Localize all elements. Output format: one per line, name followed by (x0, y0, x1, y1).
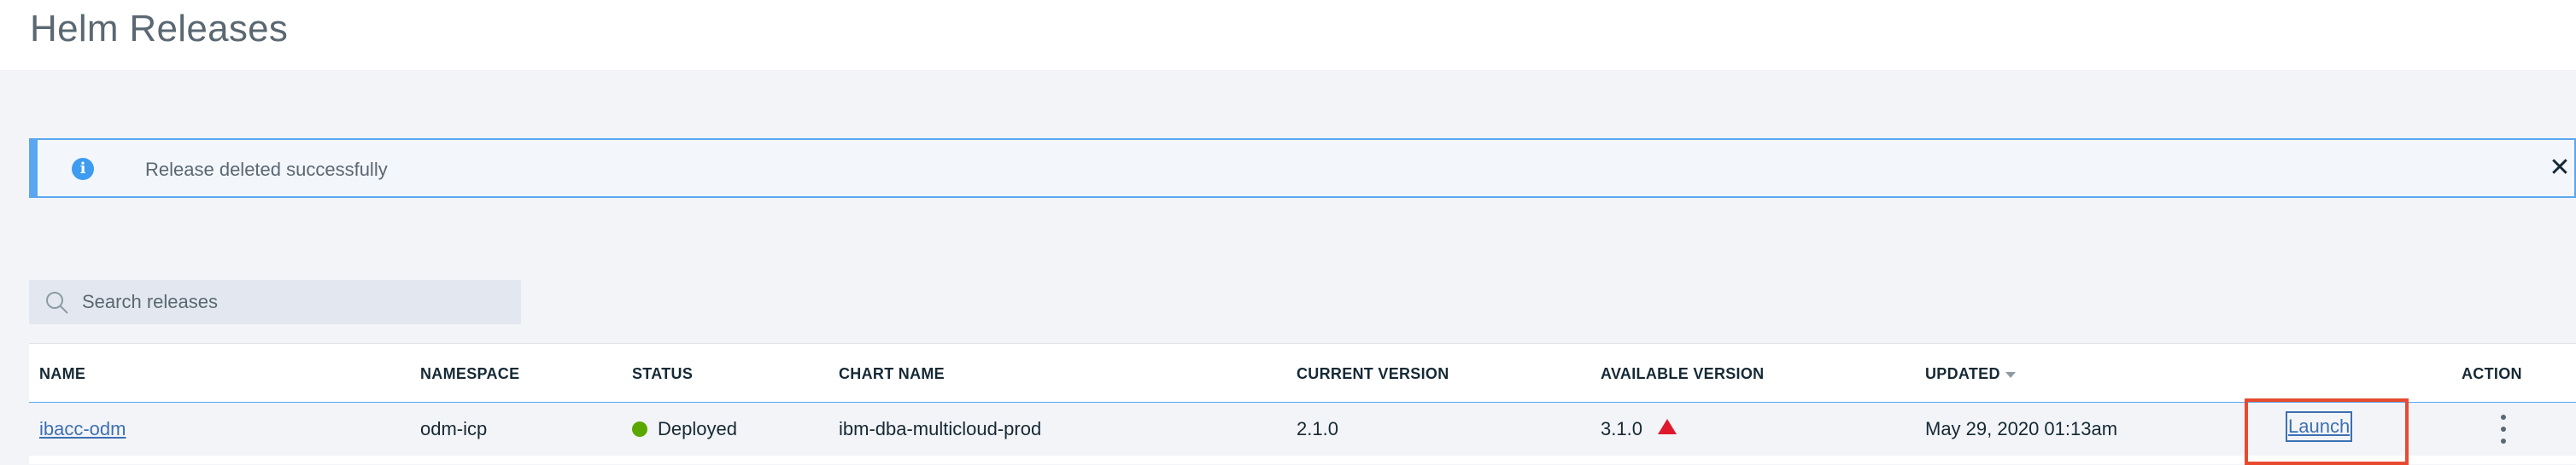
release-updated: May 29, 2020 01:13am (1925, 418, 2118, 439)
upgrade-available-icon[interactable] (1657, 419, 1677, 434)
release-current-version: 2.1.0 (1297, 418, 1338, 439)
status-ok-icon (632, 421, 647, 437)
release-namespace: odm-icp (420, 418, 488, 439)
page-header: Helm Releases (0, 0, 2576, 70)
release-name-link[interactable]: ibacc-odm (39, 416, 126, 442)
search-box[interactable] (29, 280, 521, 324)
column-header-chart-name[interactable]: CHART NAME (839, 363, 945, 385)
release-status-label: Deployed (658, 418, 737, 439)
column-header-updated-label: UPDATED (1925, 365, 2000, 382)
release-available-version: 3.1.0 (1601, 416, 1677, 442)
column-header-updated[interactable]: UPDATED (1925, 363, 2016, 385)
search-icon (46, 292, 68, 314)
notification-banner: i Release deleted successfully ✕ (29, 138, 2576, 198)
column-header-available-version[interactable]: AVAILABLE VERSION (1601, 363, 1764, 385)
release-status: Deployed (632, 416, 737, 442)
info-icon: i (72, 158, 94, 180)
release-chart-name: ibm-dba-multicloud-prod (839, 418, 1042, 439)
launch-link[interactable]: Launch (2285, 411, 2353, 442)
column-header-current-version[interactable]: CURRENT VERSION (1297, 363, 1449, 385)
column-header-name[interactable]: NAME (39, 363, 85, 385)
search-input[interactable] (82, 280, 509, 324)
table-header: NAME NAMESPACE STATUS CHART NAME CURRENT… (29, 343, 2576, 404)
sort-descending-icon (2005, 371, 2016, 378)
release-available-version-label: 3.1.0 (1601, 418, 1642, 439)
notification-message: Release deleted successfully (145, 159, 388, 180)
page-title: Helm Releases (30, 8, 289, 49)
releases-table: NAME NAMESPACE STATUS CHART NAME CURRENT… (29, 343, 2576, 465)
overflow-menu-icon[interactable] (2491, 410, 2516, 449)
column-header-namespace[interactable]: NAMESPACE (420, 363, 519, 385)
column-header-status[interactable]: STATUS (632, 363, 693, 385)
column-header-action: ACTION (2462, 365, 2522, 382)
table-row: ibacc-odm odm-icp Deployed ibm-dba-multi… (29, 398, 2576, 465)
close-icon[interactable]: ✕ (2544, 152, 2576, 184)
